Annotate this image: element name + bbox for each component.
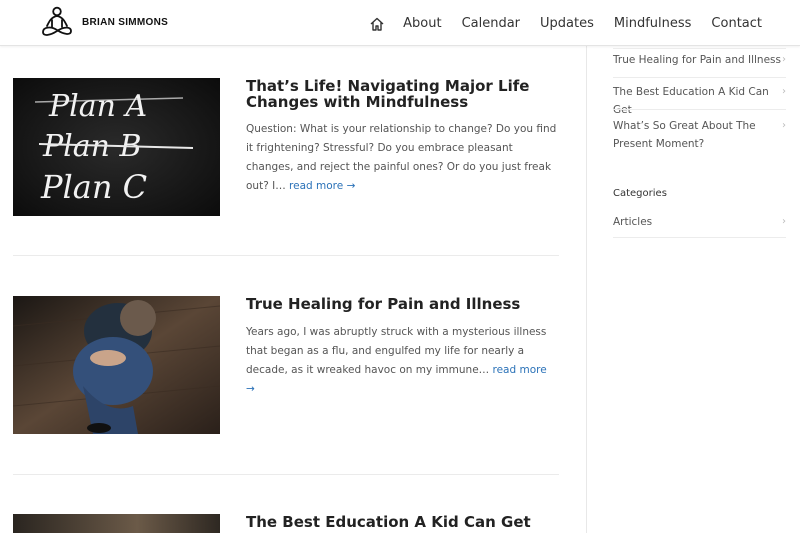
post-title[interactable]: That’s Life! Navigating Major Life Chang… bbox=[246, 78, 566, 110]
read-more-link[interactable]: read more → bbox=[289, 180, 355, 192]
sidebar-category-articles[interactable]: Articles › bbox=[613, 213, 786, 231]
sad-person-image bbox=[13, 296, 220, 434]
sidebar-recent-post[interactable]: What’s So Great About The Present Moment… bbox=[613, 117, 786, 153]
post-excerpt: Question: What is your relationship to c… bbox=[246, 120, 558, 196]
post-thumbnail-person[interactable] bbox=[13, 296, 220, 434]
sidebar-separator bbox=[613, 109, 786, 110]
post-thumbnail-chalkboard[interactable]: Plan A Plan B Plan C bbox=[13, 78, 220, 216]
sidebar-recent-label: What’s So Great About The Present Moment… bbox=[613, 120, 756, 150]
post-excerpt: Years ago, I was abruptly struck with a … bbox=[246, 323, 558, 399]
meditation-logo-icon[interactable] bbox=[39, 5, 75, 41]
chevron-right-icon: › bbox=[782, 86, 786, 97]
nav-calendar[interactable]: Calendar bbox=[462, 15, 520, 33]
chevron-right-icon: › bbox=[782, 54, 786, 65]
post-card: True Healing for Pain and Illness Years … bbox=[13, 296, 559, 456]
sidebar-border bbox=[586, 46, 587, 533]
chevron-right-icon: › bbox=[782, 120, 786, 131]
post-divider bbox=[13, 255, 559, 256]
sidebar-separator bbox=[613, 48, 786, 49]
chalk-text-plan-a: Plan A bbox=[48, 89, 147, 124]
sidebar-recent-post[interactable]: The Best Education A Kid Can Get › bbox=[613, 83, 786, 119]
nav-mindfulness[interactable]: Mindfulness bbox=[614, 15, 692, 33]
nav-updates[interactable]: Updates bbox=[540, 15, 594, 33]
nav-contact[interactable]: Contact bbox=[711, 15, 762, 33]
site-brand[interactable]: BRIAN SIMMONS bbox=[82, 17, 168, 28]
post-card: The Best Education A Kid Can Get bbox=[13, 514, 559, 533]
post-title[interactable]: True Healing for Pain and Illness bbox=[246, 296, 566, 312]
post-title[interactable]: The Best Education A Kid Can Get bbox=[246, 514, 566, 530]
site-header: BRIAN SIMMONS About Calendar Updates Min… bbox=[0, 0, 800, 46]
sidebar-recent-post[interactable]: True Healing for Pain and Illness › bbox=[613, 51, 786, 69]
post-card: Plan A Plan B Plan C That’s Life! Naviga… bbox=[13, 78, 559, 238]
post-thumbnail[interactable] bbox=[13, 514, 220, 533]
chalkboard-image: Plan A Plan B Plan C bbox=[13, 78, 220, 216]
chalk-text-plan-c: Plan C bbox=[40, 168, 147, 206]
sidebar-separator bbox=[613, 77, 786, 78]
sidebar-separator bbox=[613, 237, 786, 238]
main-nav: About Calendar Updates Mindfulness Conta… bbox=[370, 15, 762, 33]
chevron-right-icon: › bbox=[782, 216, 786, 227]
home-icon[interactable] bbox=[370, 17, 384, 31]
sidebar-recent-label: The Best Education A Kid Can Get bbox=[613, 86, 769, 116]
sidebar-categories-heading: Categories bbox=[613, 188, 667, 199]
nav-about[interactable]: About bbox=[403, 15, 441, 33]
post-divider bbox=[13, 474, 559, 475]
sidebar-recent-label: True Healing for Pain and Illness bbox=[613, 54, 781, 66]
sidebar-category-label: Articles bbox=[613, 216, 653, 228]
